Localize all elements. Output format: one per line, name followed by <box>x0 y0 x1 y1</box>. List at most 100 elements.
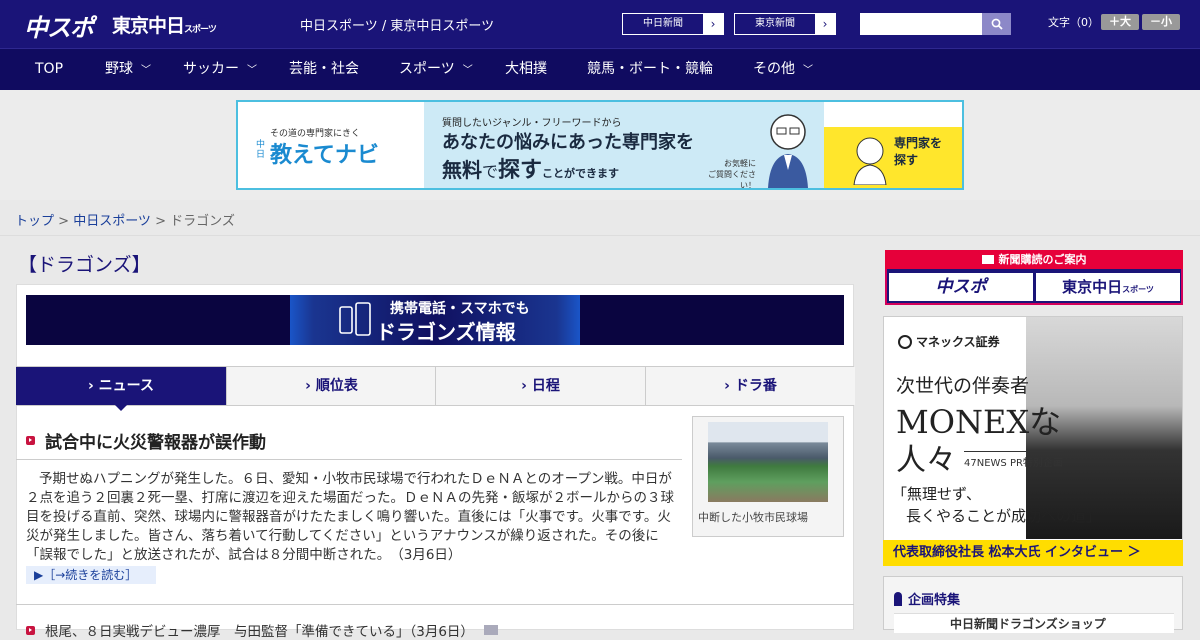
special-feature-item[interactable]: 中日新聞ドラゴンズショップ <box>894 613 1174 633</box>
article-body: 予期せぬハプニングが発生した。６日、愛知・小牧市民球場で行われたＤｅＮＡとのオー… <box>26 471 674 563</box>
tokyo-chunichi-logo[interactable]: 東京中日スポーツ <box>112 11 217 38</box>
nav-item-other[interactable]: その他 ﹀ <box>753 49 813 90</box>
tokyo-shimbun-button[interactable]: 東京新聞 › <box>734 13 836 35</box>
ad-cta: 専門家を 探す <box>894 135 942 169</box>
nav-item-label: その他 <box>753 61 795 77</box>
bullet-icon <box>26 625 35 635</box>
nav-item-entertainment[interactable]: 芸能・社会 <box>289 49 359 90</box>
breadcrumb-top-link[interactable]: トップ <box>15 214 54 229</box>
tab-label: ドラ番 <box>734 378 777 394</box>
main-nav: TOP 野球 ﹀ サッカー ﹀ 芸能・社会 スポーツ ﹀ 大相撲 競馬・ボート・競輪 … <box>0 48 1200 90</box>
active-tab-pointer <box>114 404 128 411</box>
monex-quote1: 「無理せず、 <box>892 485 981 503</box>
tab-marker-icon: › <box>88 378 94 394</box>
ad-cta1: 専門家を <box>894 136 943 150</box>
ribbon-icon <box>894 592 902 606</box>
monex-line3: 人々 <box>896 443 956 478</box>
camera-icon <box>483 625 498 635</box>
oshiete-navi-ad[interactable]: その道の専門家にきく 中日 教えてナビ 質問したいジャンル・フリーワードから あ… <box>236 100 964 190</box>
chevron-right-icon: › <box>703 14 723 34</box>
tab-standings[interactable]: › 順位表 <box>226 367 436 405</box>
nav-item-sports[interactable]: スポーツ ﹀ <box>399 49 473 90</box>
nav-item-top[interactable]: TOP <box>35 49 63 90</box>
ad-note: お気軽にご質問ください！ <box>708 158 756 190</box>
chevron-down-icon: ﹀ <box>462 65 473 76</box>
tokyo-chunichi-logo-small: スポーツ <box>184 25 217 35</box>
breadcrumb: トップ > 中日スポーツ > ドラゴンズ <box>15 210 235 229</box>
article-headline[interactable]: 試合中に火災警報器が誤作動 <box>26 428 266 453</box>
tab-marker-icon: › <box>521 378 527 394</box>
monex-sponsor: マネックス証券 <box>898 333 1000 350</box>
search-button[interactable] <box>982 13 1011 35</box>
site-name: 中日スポーツ / 東京中日スポーツ <box>300 19 495 34</box>
subscription-title: 新聞購読のご案内 <box>885 250 1183 269</box>
divider <box>0 235 1200 236</box>
chevron-down-icon: ﹀ <box>141 65 151 76</box>
chunichi-shimbun-label: 中日新聞 <box>643 18 683 29</box>
person-illustration-icon <box>762 108 814 188</box>
breadcrumb-chunichi-link[interactable]: 中日スポーツ <box>73 214 151 229</box>
read-more-link[interactable]: ▶［→続きを読む］ <box>26 566 156 584</box>
special-feature-title: 企画特集 <box>894 589 960 608</box>
ad-brand-panel: その道の専門家にきく 中日 教えてナビ <box>238 102 424 188</box>
search-input[interactable] <box>860 13 982 35</box>
ad-line2: あなたの悩みにあった専門家を <box>442 132 694 153</box>
chevron-down-icon: ﹀ <box>247 65 257 76</box>
nav-item-racing[interactable]: 競馬・ボート・競輪 <box>587 49 713 90</box>
ad-brand-prefix: 中日 <box>256 140 266 160</box>
smartphone-icon <box>338 301 372 343</box>
ad-cta-panel: 専門家を 探す <box>824 127 962 188</box>
mobile-banner-inner[interactable]: 携帯電話・スマホでも ドラゴンズ情報 <box>290 295 580 345</box>
nav-item-sumo[interactable]: 大相撲 <box>505 49 547 90</box>
chuspo-logo[interactable]: 中スポ <box>24 8 94 43</box>
newspaper-icon <box>981 255 994 264</box>
monex-quote2: 長くやることが成功への道」 <box>906 507 1102 525</box>
tab-schedule[interactable]: › 日程 <box>435 367 645 405</box>
chevron-right-icon: › <box>815 14 835 34</box>
font-size-label: 文字（0） <box>1048 16 1099 29</box>
banner-line2: ドラゴンズ情報 <box>376 320 516 344</box>
ad-line1: 質問したいジャンル・フリーワードから <box>442 118 622 129</box>
monex-sponsor-text: マネックス証券 <box>916 335 1000 349</box>
breadcrumb-sep: > <box>150 214 171 229</box>
ad-de: で <box>482 162 499 181</box>
banner-line1: 携帯電話・スマホでも <box>390 301 530 317</box>
ad-search: 探す <box>498 158 543 183</box>
article-photo[interactable] <box>708 422 828 502</box>
ad-brand: 教えてナビ <box>270 143 379 168</box>
subscribe-tokyo-button[interactable]: 東京中日スポーツ <box>1036 273 1180 301</box>
ad-note2: ご質問ください！ <box>708 170 756 190</box>
photo-caption: 中断した小牧市民球場 <box>698 511 808 524</box>
chunichi-shimbun-button[interactable]: 中日新聞 › <box>622 13 724 35</box>
nav-item-soccer[interactable]: サッカー ﹀ <box>183 49 257 90</box>
subscribe-chuspo-button[interactable]: 中スポ <box>889 273 1033 301</box>
ad-cta2: 探す <box>894 153 919 167</box>
tab-label: 順位表 <box>315 378 358 394</box>
ad-message-panel: 質問したいジャンル・フリーワードから あなたの悩みにあった専門家を 無料で探すこ… <box>424 102 824 188</box>
font-small-button[interactable]: －小 <box>1142 14 1180 30</box>
tab-doraban[interactable]: › ドラ番 <box>645 367 855 405</box>
tab-marker-icon: › <box>305 378 311 394</box>
nav-item-label: 野球 <box>105 61 133 77</box>
nav-item-label: サッカー <box>183 61 239 77</box>
nav-item-label: スポーツ <box>399 61 455 77</box>
subscription-title-text: 新聞購読のご案内 <box>998 253 1087 266</box>
nav-item-baseball[interactable]: 野球 ﹀ <box>105 49 151 90</box>
headline-divider <box>16 459 682 460</box>
thinking-person-icon <box>850 133 890 188</box>
subscribe-tokyo-small: スポーツ <box>1122 285 1154 294</box>
monex-ad-bar[interactable]: 代表取締役社長 松本大氏 インタビュー ＞ <box>883 540 1183 566</box>
search-icon <box>991 18 1003 30</box>
breadcrumb-sep: > <box>54 214 74 229</box>
subscribe-tokyo-text: 東京中日 <box>1062 278 1123 296</box>
monex-ad[interactable]: マネックス証券 次世代の伴奏者 MONEXな 人々 47NEWS PR特別企画 … <box>883 316 1183 566</box>
tab-marker-icon: › <box>724 378 730 394</box>
ad-note1: お気軽に <box>724 159 756 168</box>
tab-news[interactable]: › ニュース <box>16 367 226 405</box>
second-article[interactable]: 根尾、８日実戦デビュー濃厚 与田監督「準備できている」（3月6日） <box>26 620 498 640</box>
ad-free: 無料 <box>442 158 482 182</box>
chevron-down-icon: ﹀ <box>803 65 813 76</box>
font-large-button[interactable]: ＋大 <box>1101 14 1139 30</box>
monex-tag: 47NEWS PR特別企画 <box>964 451 1063 469</box>
monex-logo-icon <box>898 335 912 349</box>
